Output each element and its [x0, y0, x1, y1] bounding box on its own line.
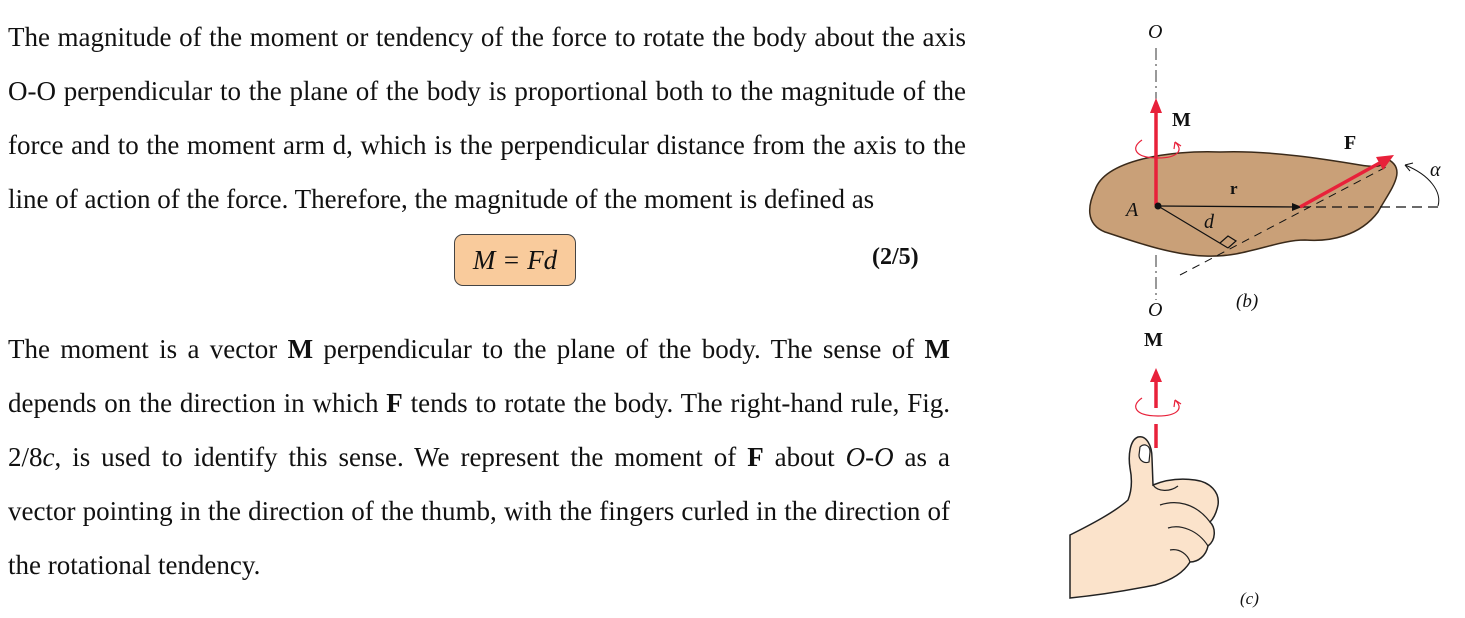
p2-italic-OO: O-O — [845, 442, 894, 472]
p2-bold-M: M — [924, 334, 951, 364]
figure-drawing — [1069, 48, 1440, 599]
p2-bold-F: F — [747, 442, 764, 472]
label-O-top: O — [1148, 21, 1163, 43]
label-A: A — [1126, 199, 1139, 221]
p2-italic-c: c — [42, 442, 55, 472]
p2-text: The moment is a vector — [8, 334, 288, 364]
p2-bold-F: F — [386, 388, 403, 418]
label-b: (b) — [1236, 291, 1259, 312]
label-alpha: α — [1430, 159, 1441, 181]
label-c: (c) — [1240, 589, 1259, 608]
equation-box: M = Fd — [454, 234, 576, 286]
text-column: The magnitude of the moment or tendency … — [8, 10, 966, 592]
paragraph-1: The magnitude of the moment or tendency … — [8, 22, 966, 214]
equation-row: M = Fd (2/5) — [8, 230, 966, 306]
p2-bold-M: M — [287, 334, 314, 364]
moment-arrowhead-b — [1150, 98, 1162, 113]
p2-text: , is used to identify this sense. We rep… — [54, 442, 748, 472]
p2-text: perpendicular to the plane of the body. … — [313, 334, 925, 364]
p2-text: about — [763, 442, 846, 472]
label-r: r — [1230, 179, 1238, 198]
figure-2-8: O M F α r A d O (b) M (c) — [1060, 0, 1465, 618]
label-M-c: M — [1144, 329, 1163, 351]
label-O-bottom: O — [1148, 299, 1163, 321]
equation-number: (2/5) — [872, 244, 919, 270]
label-M-b: M — [1172, 109, 1191, 131]
paragraph-2: The moment is a vector M perpendicular t… — [8, 322, 950, 592]
label-d: d — [1204, 211, 1214, 233]
p2-text: depends on the direction in which — [8, 388, 387, 418]
label-F: F — [1344, 132, 1357, 154]
